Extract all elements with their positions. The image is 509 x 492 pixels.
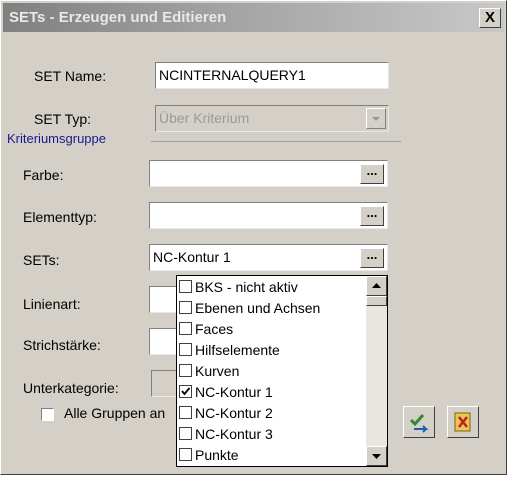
list-item-checkbox[interactable] [179, 448, 192, 461]
scroll-up-button[interactable] [366, 276, 387, 296]
list-item[interactable]: BKS - nicht aktiv [179, 277, 359, 297]
set-typ-label: SET Typ: [34, 111, 92, 127]
list-item[interactable]: Hilfselemente [179, 340, 359, 360]
farbe-browse-button[interactable]: ... [360, 164, 384, 184]
apply-arrows-icon [409, 414, 429, 433]
strichstaerke-label: Strichstärke: [23, 337, 101, 353]
group-divider [151, 141, 401, 142]
farbe-input[interactable] [149, 160, 388, 187]
elementtyp-browse-button[interactable]: ... [360, 206, 384, 226]
list-item[interactable]: NC-Kontur 3 [179, 424, 359, 444]
apply-button[interactable] [403, 406, 435, 438]
list-item-checkbox[interactable] [179, 322, 192, 335]
list-item-label: Kurven [195, 363, 240, 379]
list-item-label: Faces [195, 321, 234, 337]
set-typ-value: Über Kriterium [159, 110, 250, 126]
set-typ-select[interactable]: Über Kriterium [155, 105, 389, 132]
sets-label: SETs: [23, 252, 60, 268]
sets-dialog: SETs - Erzeugen und Editieren X SET Name… [0, 0, 507, 475]
list-item-label: NC-Kontur 1 [195, 384, 273, 400]
list-scrollbar[interactable] [366, 276, 387, 466]
arrow-down-icon [372, 454, 381, 459]
close-button[interactable]: X [479, 8, 501, 28]
scroll-down-button[interactable] [366, 446, 387, 466]
list-item-checkbox[interactable] [179, 364, 192, 377]
title-bar[interactable]: SETs - Erzeugen und Editieren X [3, 3, 504, 32]
farbe-label: Farbe: [23, 167, 64, 183]
elementtyp-label: Elementtyp: [23, 209, 97, 225]
list-item-checkbox[interactable] [179, 280, 192, 293]
group-label: Kriteriumsgruppe [7, 131, 106, 146]
window-title: SETs - Erzeugen und Editieren [9, 9, 227, 26]
list-item[interactable]: NC-Kontur 1 [179, 382, 359, 402]
chevron-down-icon [372, 117, 380, 121]
set-typ-dropdown-button[interactable] [366, 108, 386, 129]
list-item-checkbox[interactable] [179, 343, 192, 356]
set-name-input[interactable]: NCINTERNALQUERY1 [155, 62, 389, 89]
list-item-checkbox[interactable] [179, 427, 192, 440]
arrow-up-icon [372, 283, 381, 288]
list-item-label: Punkte [195, 447, 239, 463]
list-item[interactable]: Kurven [179, 361, 359, 381]
cancel-icon [454, 412, 471, 432]
list-item[interactable]: Faces [179, 319, 359, 339]
list-item-checkbox[interactable] [179, 301, 192, 314]
sets-dropdown-list[interactable]: BKS - nicht aktiv Ebenen und Achsen Face… [176, 275, 388, 467]
cancel-button[interactable] [447, 406, 479, 438]
unterkategorie-label: Unterkategorie: [23, 380, 119, 396]
sets-input[interactable]: NC-Kontur 1 [149, 244, 388, 271]
checkmark-icon [181, 387, 191, 396]
list-item-label: BKS - nicht aktiv [195, 279, 298, 295]
set-name-label: SET Name: [34, 68, 107, 84]
list-item-label: Ebenen und Achsen [195, 300, 321, 316]
list-item[interactable]: NC-Kontur 2 [179, 403, 359, 423]
list-item-checkbox[interactable] [179, 406, 192, 419]
list-item-checkbox-checked[interactable] [179, 385, 192, 398]
list-item[interactable]: Ebenen und Achsen [179, 298, 359, 318]
sets-browse-button[interactable]: ... [360, 248, 384, 268]
list-item-label: Hilfselemente [195, 342, 280, 358]
elementtyp-input[interactable] [149, 202, 388, 229]
alle-gruppen-label: Alle Gruppen an [64, 405, 166, 421]
list-item-label: NC-Kontur 2 [195, 405, 273, 421]
list-item-label: NC-Kontur 3 [195, 426, 273, 442]
linienart-label: Linienart: [23, 296, 81, 312]
list-item[interactable]: Punkte [179, 445, 359, 465]
scroll-thumb[interactable] [366, 296, 387, 306]
alle-gruppen-checkbox[interactable] [41, 408, 54, 421]
